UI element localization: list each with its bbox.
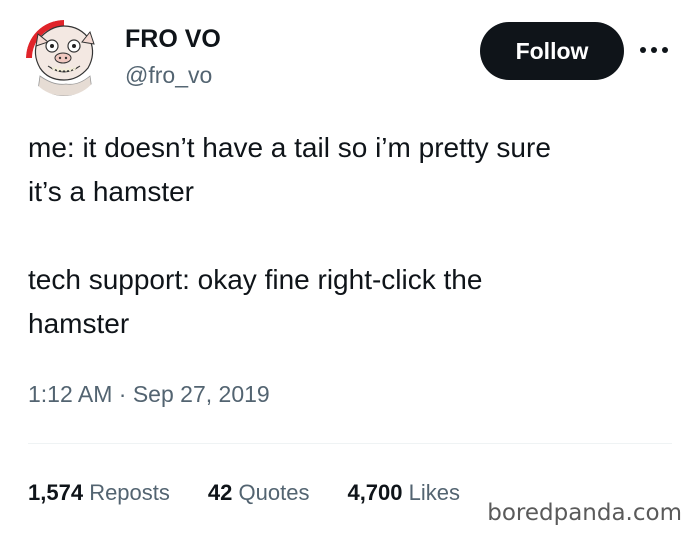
engagement-stats: 1,574 Reposts 42 Quotes 4,700 Likes bbox=[28, 478, 498, 508]
quotes-label: Quotes bbox=[238, 480, 310, 505]
tweet-line: tech support: okay fine right-click the bbox=[28, 264, 483, 295]
reposts-count: 1,574 bbox=[28, 480, 84, 505]
likes-label: Likes bbox=[408, 480, 460, 505]
watermark: boredpanda.com bbox=[483, 499, 686, 527]
tweet-card: FRO VO @fro_vo Follow me: it doesn’t hav… bbox=[0, 0, 700, 535]
quotes-count: 42 bbox=[207, 480, 233, 505]
tweet-line: hamster bbox=[28, 308, 130, 339]
tweet-line: me: it doesn’t have a tail so i’m pretty… bbox=[28, 132, 551, 163]
author-handle[interactable]: @fro_vo bbox=[125, 61, 212, 89]
more-options-button[interactable] bbox=[636, 36, 672, 64]
likes-stat[interactable]: 4,700 Likes bbox=[347, 478, 460, 508]
reposts-stat[interactable]: 1,574 Reposts bbox=[28, 478, 170, 508]
follow-button[interactable]: Follow bbox=[480, 22, 624, 80]
timestamp-separator: · bbox=[118, 381, 127, 407]
tweet-time[interactable]: 1:12 AM bbox=[28, 381, 112, 407]
author-avatar[interactable] bbox=[26, 20, 102, 96]
tweet-timestamp: 1:12 AM · Sep 27, 2019 bbox=[28, 378, 270, 410]
author-display-name[interactable]: FRO VO bbox=[125, 24, 221, 54]
more-horizontal-icon bbox=[640, 47, 668, 53]
quotes-stat[interactable]: 42 Quotes bbox=[208, 478, 310, 508]
divider bbox=[28, 443, 672, 444]
tweet-line: it’s a hamster bbox=[28, 176, 194, 207]
likes-count: 4,700 bbox=[347, 480, 403, 505]
reposts-label: Reposts bbox=[89, 480, 170, 505]
tweet-date[interactable]: Sep 27, 2019 bbox=[133, 381, 270, 407]
cartoon-pig-avatar-icon bbox=[26, 20, 102, 96]
tweet-body: me: it doesn’t have a tail so i’m pretty… bbox=[28, 126, 678, 346]
